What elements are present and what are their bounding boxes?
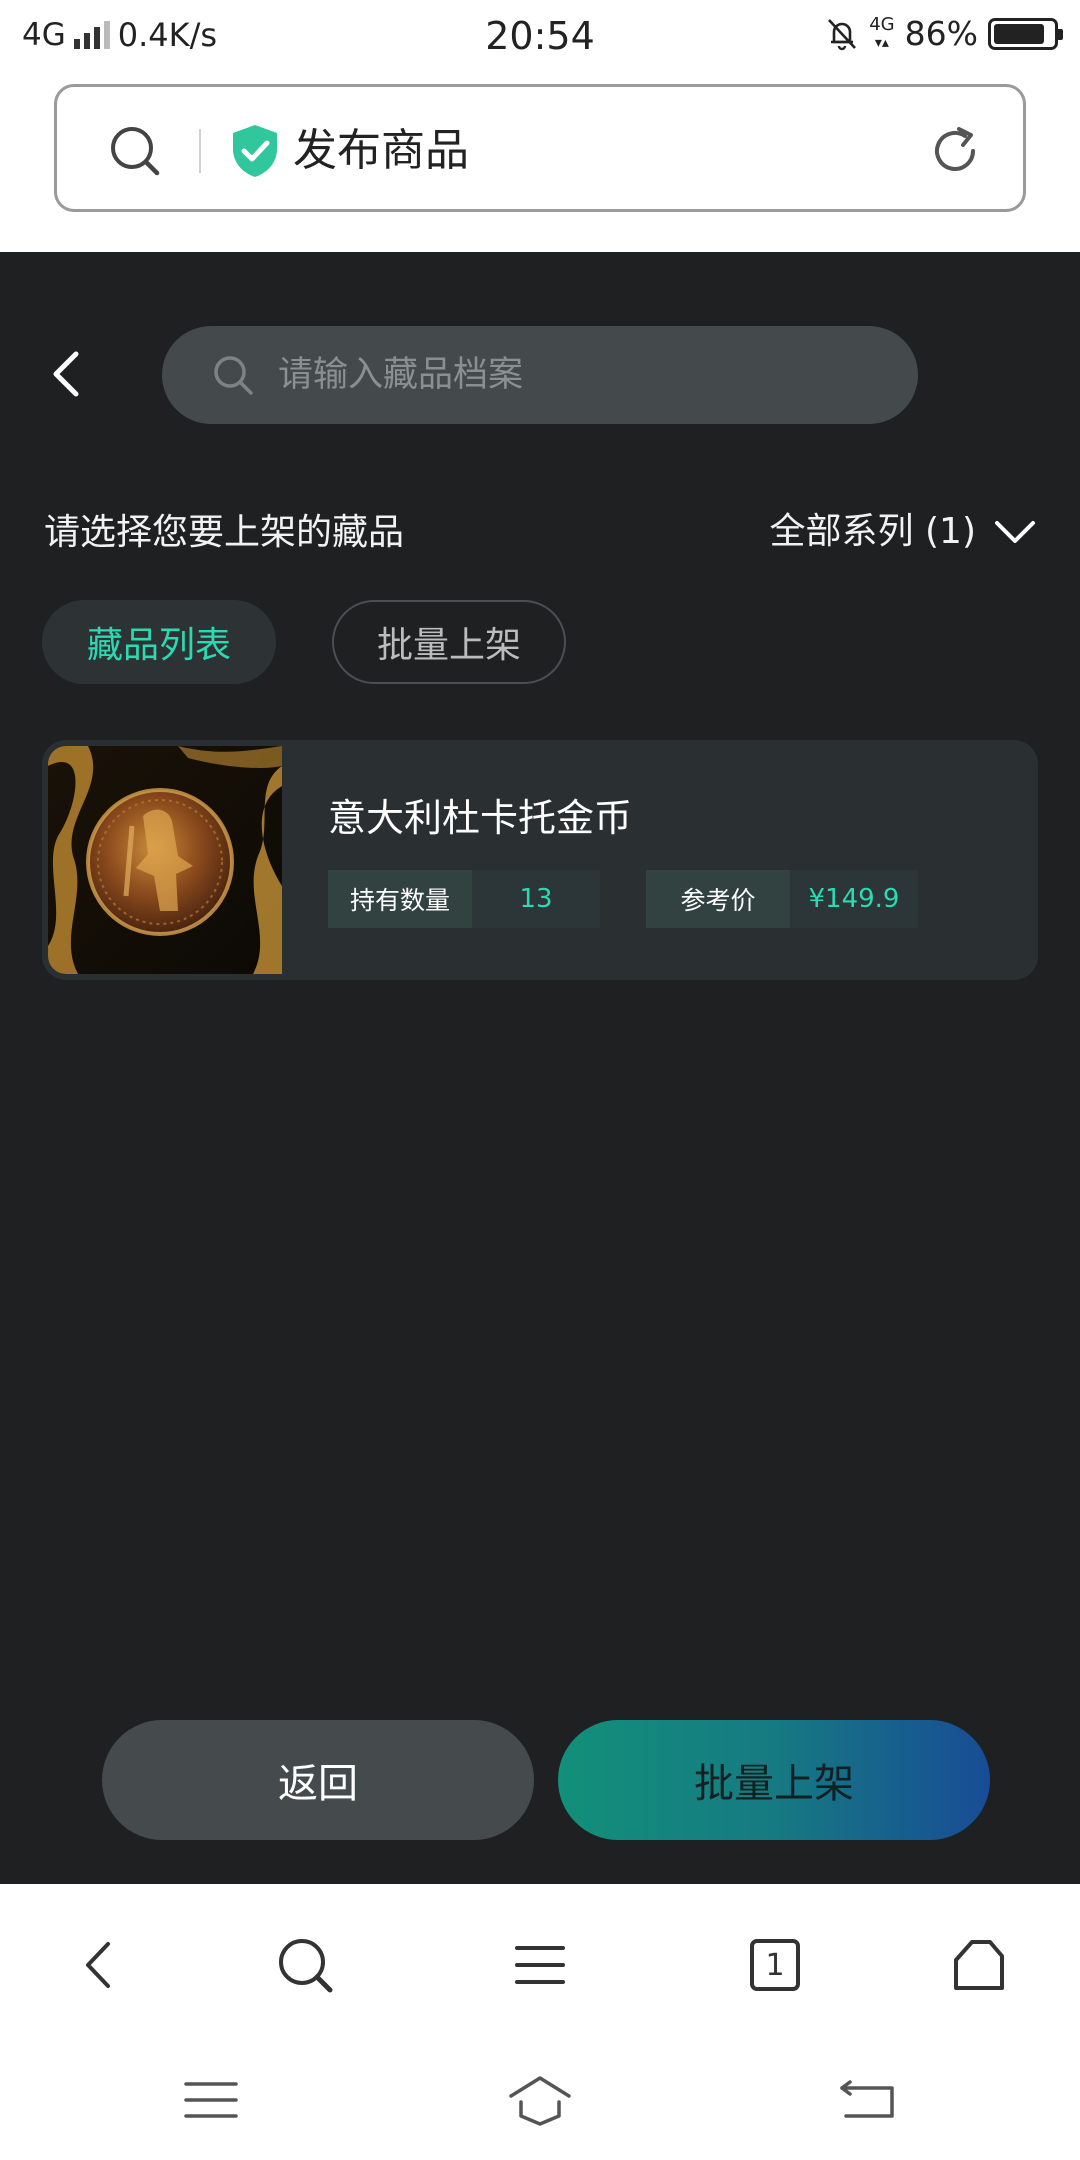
search-icon <box>214 356 253 395</box>
chevron-left-icon <box>86 1942 110 1988</box>
menu-icon <box>184 2082 238 2118</box>
price-tag: 参考价 ¥149.9 <box>646 870 918 928</box>
refresh-icon[interactable] <box>927 123 983 179</box>
tab-collection-list[interactable]: 藏品列表 <box>42 600 276 684</box>
chevron-down-icon <box>995 521 1035 543</box>
battery-fill <box>994 23 1044 44</box>
battery-icon <box>988 17 1063 50</box>
browser-tabs-button[interactable]: 1 <box>740 1930 810 2000</box>
system-nav-bar <box>0 2046 1080 2160</box>
bell-muted-icon <box>828 18 857 50</box>
status-right: 4G ▾▴ 86% <box>825 13 1063 53</box>
gold-coin-image <box>48 746 282 974</box>
quantity-tag: 持有数量 13 <box>328 870 600 928</box>
collection-item-card[interactable]: 意大利杜卡托金币 持有数量 13 参考价 ¥149.9 <box>42 740 1038 980</box>
main-page: 请选择您要上架的藏品 全部系列 (1) 藏品列表 批量上架 <box>0 252 1080 1884</box>
browser-toolbar: 1 <box>0 1884 1080 2046</box>
price-value: ¥149.9 <box>790 870 918 928</box>
batch-list-button[interactable]: 批量上架 <box>558 1720 990 1840</box>
url-divider <box>199 129 201 173</box>
home-icon <box>954 1940 1004 1990</box>
tabs-count: 1 <box>765 1947 785 1983</box>
page-title[interactable]: 发布商品 <box>293 123 469 179</box>
menu-icon <box>515 1946 565 1984</box>
quantity-value: 13 <box>472 870 600 928</box>
back-arrow-icon[interactable] <box>44 346 88 402</box>
browser-back-button[interactable] <box>66 1930 136 2000</box>
series-dropdown[interactable]: 全部系列 (1) <box>770 504 1036 560</box>
select-prompt: 请选择您要上架的藏品 <box>44 512 405 553</box>
browser-home-button[interactable] <box>944 1930 1014 2000</box>
network-type-right-label: 4G <box>869 13 895 35</box>
nav-menu-button[interactable] <box>176 2072 246 2128</box>
browser-search-button[interactable] <box>270 1930 340 2000</box>
item-title: 意大利杜卡托金币 <box>328 796 633 840</box>
browser-address-bar: 发布商品 <box>0 76 1080 252</box>
url-box[interactable]: 发布商品 <box>54 84 1026 212</box>
quantity-label: 持有数量 <box>328 870 472 928</box>
data-arrows-icon: ▾▴ <box>874 34 889 51</box>
nav-home-button[interactable] <box>505 2072 575 2128</box>
shield-check-icon <box>233 125 277 177</box>
home-icon <box>509 2076 571 2126</box>
search-input[interactable] <box>278 326 878 424</box>
battery-percent: 86% <box>904 14 978 53</box>
collection-search[interactable] <box>162 326 918 424</box>
tab-batch-list[interactable]: 批量上架 <box>332 600 566 684</box>
search-icon <box>279 1939 333 1993</box>
series-label: 全部系列 (1) <box>769 511 976 552</box>
back-button[interactable]: 返回 <box>102 1720 534 1840</box>
search-icon[interactable] <box>107 123 163 179</box>
browser-menu-button[interactable] <box>505 1930 575 2000</box>
status-bar: 4G 0.4K/s 20:54 4G ▾▴ 86% <box>0 0 1080 76</box>
price-label: 参考价 <box>646 870 790 928</box>
nav-back-button[interactable] <box>834 2072 904 2128</box>
coin-thumbnail <box>48 746 282 974</box>
network-type-right: 4G ▾▴ <box>869 13 895 52</box>
back-icon <box>840 2080 894 2118</box>
